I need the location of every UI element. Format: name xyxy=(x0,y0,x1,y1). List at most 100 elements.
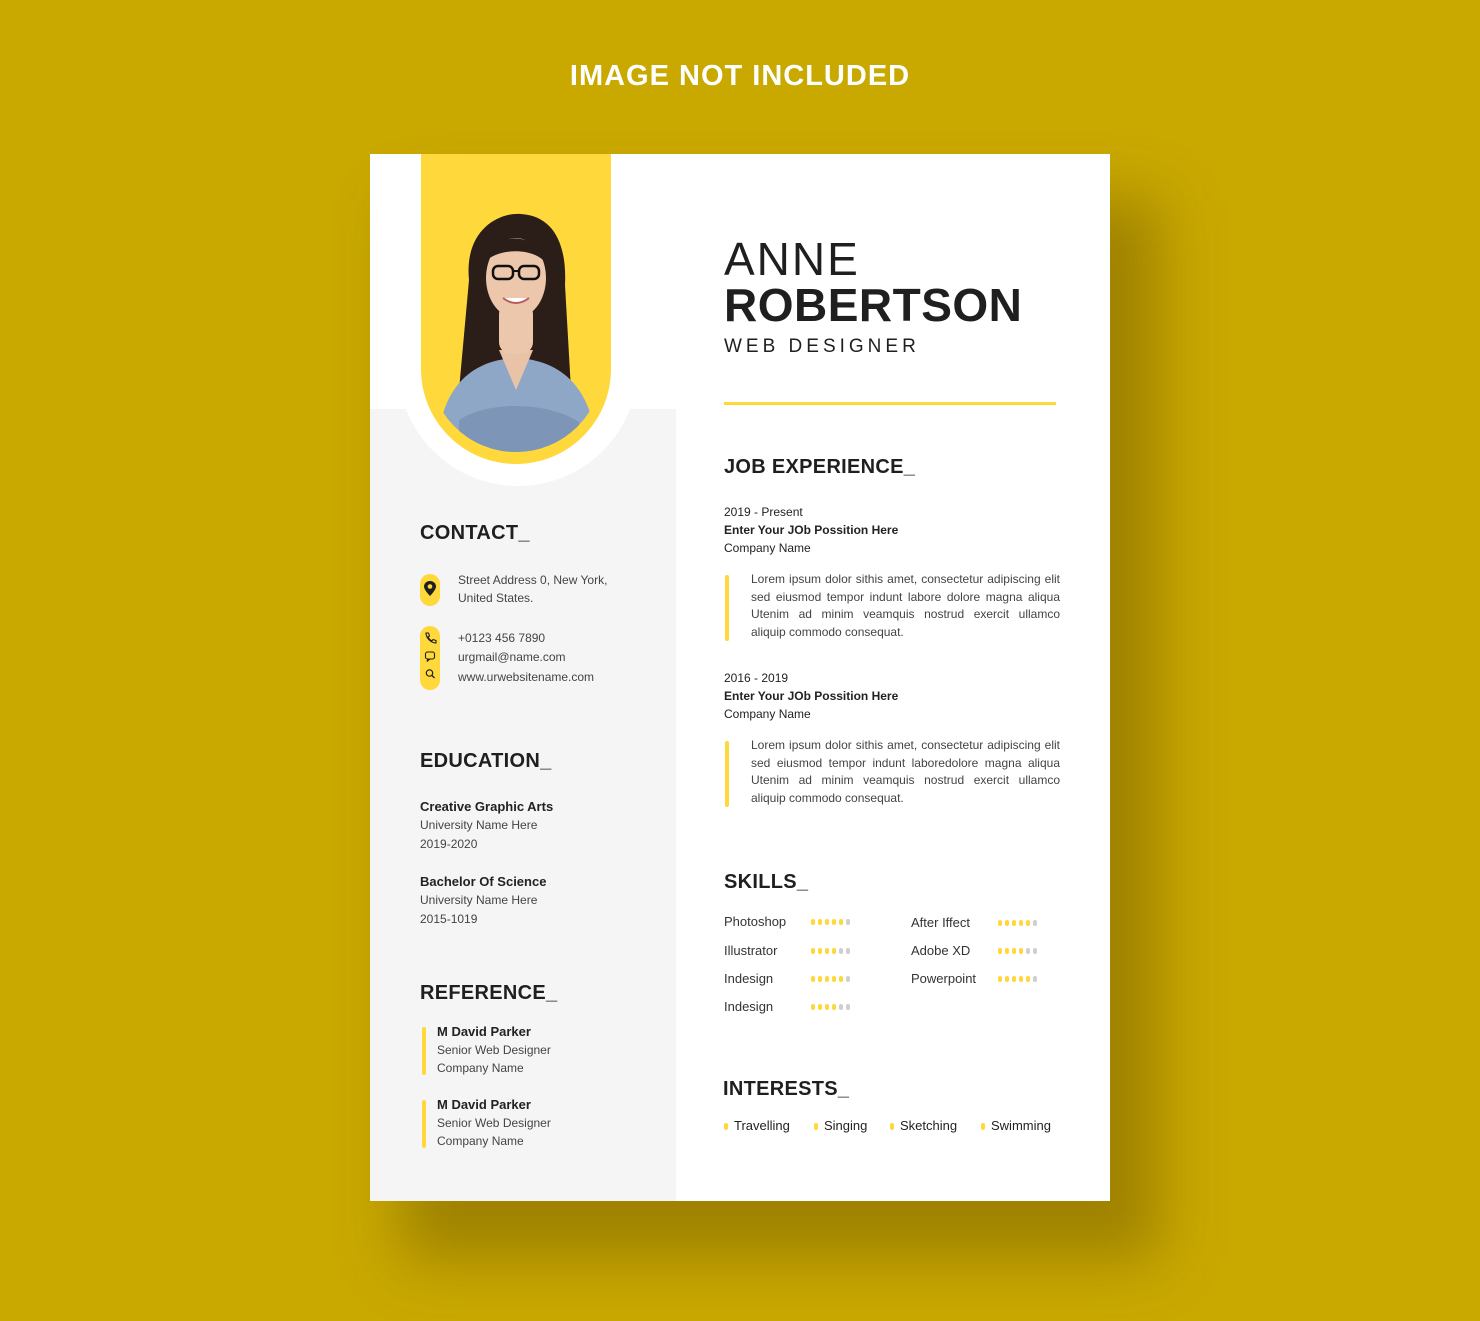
skill-label: Powerpoint xyxy=(911,971,977,986)
interest-item: Travelling xyxy=(724,1118,790,1133)
reference-accent-bar xyxy=(422,1100,426,1148)
skill-rating xyxy=(998,948,1037,954)
address-line-1: Street Address 0, New York, xyxy=(458,573,608,587)
rating-dot xyxy=(846,919,850,925)
education-item: Bachelor Of Science University Name Here… xyxy=(420,872,546,928)
rating-dot xyxy=(839,948,843,954)
reference-heading: REFERENCE_ xyxy=(420,982,558,1004)
rating-dot xyxy=(1026,948,1030,954)
job-title: WEB DESIGNER xyxy=(724,336,920,357)
rating-dot xyxy=(832,976,836,982)
degree: Bachelor Of Science xyxy=(420,874,547,889)
years: 2019-2020 xyxy=(420,837,478,851)
rating-dot xyxy=(832,919,836,925)
address: Street Address 0, New York, United State… xyxy=(458,571,607,607)
skill-label: Adobe XD xyxy=(911,943,971,958)
rating-dot xyxy=(825,976,829,982)
skills-heading: SKILLS_ xyxy=(724,871,809,893)
school: University Name Here xyxy=(420,818,538,832)
education-item: Creative Graphic Arts University Name He… xyxy=(420,797,553,853)
reference-accent-bar xyxy=(422,1027,426,1075)
reference-name: M David Parker xyxy=(437,1097,531,1112)
rating-dot xyxy=(1033,976,1037,982)
degree: Creative Graphic Arts xyxy=(420,799,554,814)
job-period: 2016 - 2019 xyxy=(724,671,789,685)
search-icon xyxy=(425,669,435,679)
job-position: Enter Your JOb Possition Here xyxy=(724,523,899,537)
skill-rating xyxy=(811,919,850,925)
skill-label: Illustrator xyxy=(724,943,778,958)
interest-item: Sketching xyxy=(890,1118,957,1133)
rating-dot xyxy=(818,976,822,982)
skill-rating xyxy=(998,976,1037,982)
job-description: Lorem ipsum dolor sithis amet, consectet… xyxy=(751,738,1060,805)
job-period: 2019 - Present xyxy=(724,505,803,519)
email-text: urgmail@name.com xyxy=(458,650,566,664)
contact-icons-pill xyxy=(420,626,440,690)
rating-dot xyxy=(832,1004,836,1010)
reference-company: Company Name xyxy=(437,1134,524,1148)
reference-item: M David Parker Senior Web Designer Compa… xyxy=(437,1095,551,1150)
rating-dot xyxy=(1033,948,1037,954)
rating-dot xyxy=(811,1004,815,1010)
rating-dot xyxy=(1005,920,1009,926)
interest-label: Swimming xyxy=(991,1118,1051,1133)
address-line-2: United States. xyxy=(458,591,534,605)
phone-icon xyxy=(425,632,437,644)
location-pin-icon xyxy=(420,574,440,606)
reference-company: Company Name xyxy=(437,1061,524,1075)
rating-dot xyxy=(811,919,815,925)
rating-dot xyxy=(998,920,1002,926)
rating-dot xyxy=(1012,920,1016,926)
skill-rating xyxy=(811,1004,850,1010)
rating-dot xyxy=(1019,920,1023,926)
experience-heading: JOB EXPERIENCE_ xyxy=(724,456,916,478)
bullet-marker xyxy=(814,1123,818,1131)
rating-dot xyxy=(825,919,829,925)
rating-dot xyxy=(839,1004,843,1010)
last-name: ROBERTSON xyxy=(724,279,1023,331)
chat-icon xyxy=(424,651,436,662)
interest-label: Travelling xyxy=(734,1118,790,1133)
rating-dot xyxy=(825,948,829,954)
rating-dot xyxy=(998,976,1002,982)
banner-text: IMAGE NOT INCLUDED xyxy=(569,60,911,92)
interest-item: Swimming xyxy=(981,1118,1051,1133)
job-meta: 2019 - Present Enter Your JOb Possition … xyxy=(724,503,898,557)
job-accent-bar xyxy=(725,741,729,807)
interest-label: Singing xyxy=(824,1118,868,1133)
job-description: Lorem ipsum dolor sithis amet, consectet… xyxy=(751,572,1060,639)
skill-rating xyxy=(811,976,850,982)
rating-dot xyxy=(1033,920,1037,926)
profile-photo xyxy=(429,190,603,452)
skill-rating xyxy=(811,948,850,954)
school: University Name Here xyxy=(420,893,538,907)
title-divider xyxy=(724,402,1056,405)
rating-dot xyxy=(811,948,815,954)
rating-dot xyxy=(1019,948,1023,954)
interest-label: Sketching xyxy=(900,1118,958,1133)
reference-name: M David Parker xyxy=(437,1024,531,1039)
rating-dot xyxy=(1019,976,1023,982)
website-text: www.urwebsitename.com xyxy=(458,670,595,684)
job-meta: 2016 - 2019 Enter Your JOb Possition Her… xyxy=(724,669,898,723)
rating-dot xyxy=(846,948,850,954)
interests-heading: INTERESTS_ xyxy=(723,1078,850,1100)
rating-dot xyxy=(825,1004,829,1010)
rating-dot xyxy=(1012,976,1016,982)
rating-dot xyxy=(1026,976,1030,982)
skill-label: Indesign xyxy=(724,971,774,986)
skill-label: Photoshop xyxy=(724,914,787,929)
rating-dot xyxy=(832,948,836,954)
rating-dot xyxy=(1012,948,1016,954)
rating-dot xyxy=(1005,976,1009,982)
bullet-marker xyxy=(890,1123,894,1131)
rating-dot xyxy=(839,976,843,982)
resume-sheet: ANNE ROBERTSON WEB DESIGNER CONTACT_ Str… xyxy=(370,154,1110,1201)
skill-label: Indesign xyxy=(724,999,774,1014)
reference-role: Senior Web Designer xyxy=(437,1116,551,1130)
contact-heading: CONTACT_ xyxy=(420,522,530,544)
bullet-marker xyxy=(724,1123,728,1131)
rating-dot xyxy=(818,1004,822,1010)
rating-dot xyxy=(839,919,843,925)
